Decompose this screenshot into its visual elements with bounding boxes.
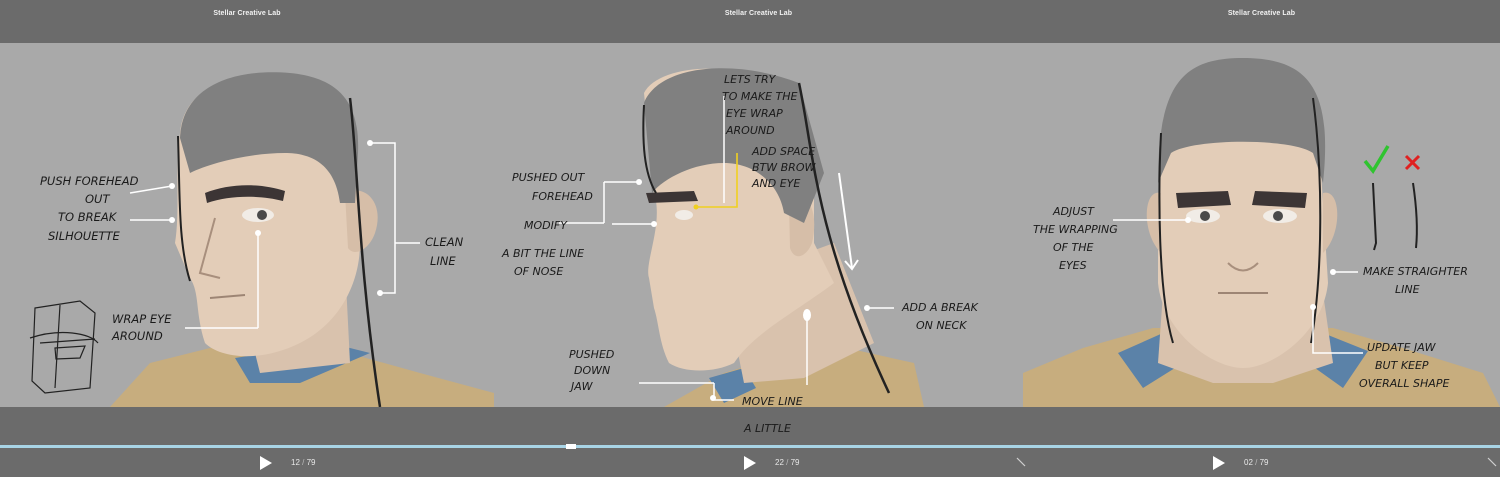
note-forehead-2: OUT: [85, 192, 110, 206]
play-button-1[interactable]: [259, 455, 273, 471]
note-straighter-1: MAKE STRAIGHTER: [1363, 265, 1468, 278]
play-button-3[interactable]: [1212, 455, 1226, 471]
note-update-3: OVERALL SHAPE: [1359, 377, 1449, 390]
review-panel-3: Stellar Creative Lab ADJUST THE WRAPPING…: [1023, 0, 1500, 477]
note-wrap-eye-2: AROUND: [111, 329, 163, 343]
frame-counter-1: 12 / 79: [291, 458, 316, 467]
note-update-2: BUT KEEP: [1375, 359, 1429, 372]
note-update-1: UPDATE JAW: [1367, 341, 1437, 354]
frame-current: 02: [1244, 458, 1253, 467]
note-pushed-forehead-1: PUSHED OUT: [512, 171, 586, 184]
note-modify-1: MODIFY: [524, 219, 568, 232]
note-adjust-2: THE WRAPPING: [1033, 223, 1118, 236]
panel-header: Stellar Creative Lab: [1023, 0, 1500, 43]
panel-title: Stellar Creative Lab: [213, 10, 281, 17]
timeline-playhead[interactable]: [566, 444, 576, 449]
frame-separator: /: [786, 458, 789, 467]
note-wrap-eye-1: WRAP EYE: [112, 312, 172, 326]
note-space-3: AND EYE: [751, 177, 800, 190]
timeline-progress-bar[interactable]: [0, 445, 1500, 448]
note-overflow: A LITTLE: [743, 422, 791, 435]
panel-footer: [0, 407, 494, 477]
note-adjust-4: EYES: [1059, 259, 1087, 272]
note-adjust-1: ADJUST: [1052, 205, 1095, 218]
play-icon: [1213, 456, 1225, 470]
note-space-2: BTW BROW: [752, 161, 816, 174]
note-eye-wrap-2: TO MAKE THE: [722, 90, 798, 103]
expand-icon[interactable]: [1015, 456, 1027, 468]
frame-counter-2: 22 / 79: [775, 458, 800, 467]
note-space-1: ADD SPACE: [751, 145, 815, 158]
note-neck-1: ADD A BREAK: [901, 301, 979, 314]
note-straighter-2: LINE: [1395, 283, 1420, 296]
viewport-3-4-view[interactable]: PUSH FOREHEAD OUT TO BREAK SILHOUETTE WR…: [0, 43, 494, 407]
viewport-profile-view[interactable]: LETS TRY TO MAKE THE EYE WRAP AROUND ADD…: [494, 43, 1023, 407]
panel-header: Stellar Creative Lab: [494, 0, 1023, 43]
viewport-front-view[interactable]: ADJUST THE WRAPPING OF THE EYES MAKE STR…: [1023, 43, 1500, 407]
note-forehead-4: SILHOUETTE: [48, 229, 121, 243]
note-clean-line-1: CLEAN: [425, 235, 464, 249]
play-icon: [744, 456, 756, 470]
note-eye-wrap-3: EYE WRAP: [726, 107, 783, 120]
note-jaw-1: PUSHED: [569, 348, 614, 361]
note-neck-2: ON NECK: [916, 319, 967, 332]
timeline-scrubber[interactable]: [0, 444, 1500, 449]
panel-title: Stellar Creative Lab: [1227, 10, 1296, 17]
check-icon: [1363, 145, 1390, 175]
note-eye-wrap-1: LETS TRY: [724, 73, 777, 86]
note-modify-3: OF NOSE: [514, 265, 563, 278]
frame-total: 79: [790, 458, 800, 467]
review-panel-1: Stellar Creative Lab PUSH FOREHEAD OUT T…: [0, 0, 494, 477]
frame-separator: /: [302, 458, 305, 467]
note-move-1: MOVE LINE: [742, 395, 803, 407]
note-jaw-2: DOWN: [574, 364, 610, 377]
note-adjust-3: OF THE: [1053, 241, 1093, 254]
panel-header: Stellar Creative Lab: [0, 0, 494, 43]
frame-total: 79: [306, 458, 316, 467]
expand-icon[interactable]: [1486, 456, 1498, 468]
note-forehead-3: TO BREAK: [58, 210, 118, 224]
head-render-front: ADJUST THE WRAPPING OF THE EYES MAKE STR…: [1023, 58, 1500, 407]
cross-icon: [1404, 154, 1421, 171]
play-icon: [260, 456, 272, 470]
note-forehead-1: PUSH FOREHEAD: [40, 174, 139, 188]
play-button-2[interactable]: [743, 455, 757, 471]
head-render-profile: LETS TRY TO MAKE THE EYE WRAP AROUND ADD…: [501, 68, 979, 407]
panel-title: Stellar Creative Lab: [724, 10, 793, 17]
note-eye-wrap-4: AROUND: [725, 124, 775, 137]
frame-current: 22: [775, 458, 784, 467]
note-clean-line-2: LINE: [430, 254, 456, 268]
frame-separator: /: [1255, 458, 1258, 467]
frame-total: 79: [1259, 458, 1269, 467]
frame-current: 12: [291, 458, 300, 467]
note-modify-2: A BIT THE LINE: [501, 247, 584, 260]
note-pushed-forehead-2: FOREHEAD: [532, 190, 593, 203]
frame-counter-3: 02 / 79: [1244, 458, 1269, 467]
note-move-2: A LITTLE: [743, 422, 791, 435]
head-render-3-4: PUSH FOREHEAD OUT TO BREAK SILHOUETTE WR…: [29, 72, 494, 407]
review-panel-2: Stellar Creative Lab LETS TRY TO MAKE TH…: [494, 0, 1023, 477]
note-jaw-3: JAW: [569, 380, 594, 393]
